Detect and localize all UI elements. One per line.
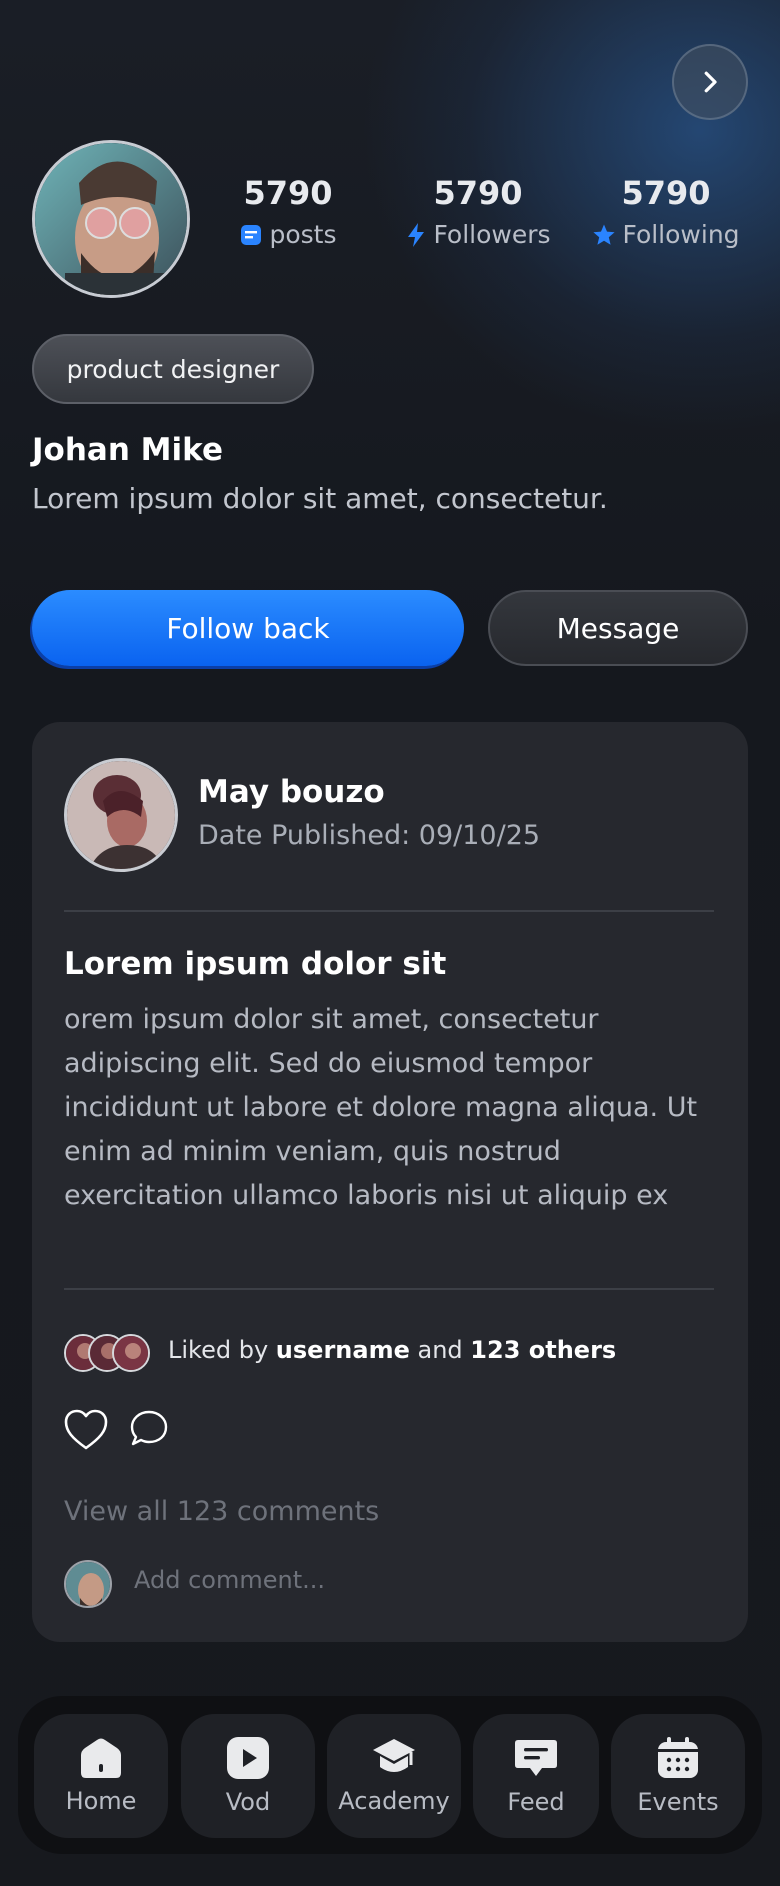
posts-icon [241,224,262,245]
view-comments-link[interactable]: View all 123 comments [64,1496,379,1527]
play-icon [227,1737,269,1779]
star-icon [593,224,616,245]
post-body: orem ipsum dolor sit amet, consectetur a… [64,1004,698,1211]
following-count: 5790 [621,174,711,212]
lightning-icon [408,222,425,247]
followers-label: Followers [433,220,551,249]
tab-events[interactable]: Events [611,1714,745,1838]
stat-posts[interactable]: 5790 posts [226,174,350,249]
comment-bubble-icon [130,1410,168,1446]
profile-avatar[interactable] [32,140,190,298]
chat-bubble-icon [515,1740,557,1776]
role-chip: product designer [32,334,314,404]
tab-home[interactable]: Home [34,1714,168,1838]
comment-button[interactable] [128,1408,170,1454]
next-button[interactable] [672,44,748,120]
stat-followers[interactable]: 5790 Followers [398,174,558,249]
avatar [112,1334,150,1372]
tab-academy[interactable]: Academy [327,1714,461,1838]
calendar-icon [658,1737,698,1778]
tab-vod[interactable]: Vod [181,1714,315,1838]
user-avatar [64,1560,112,1608]
graduation-cap-icon [373,1739,415,1772]
tab-feed[interactable]: Feed [473,1714,599,1838]
liked-by-text[interactable]: Liked by username and 123 others [168,1336,616,1364]
divider [64,1288,714,1290]
home-icon [81,1738,121,1778]
likers-avatars[interactable] [64,1334,154,1372]
follow-back-button[interactable]: Follow back [32,590,464,666]
add-comment-input[interactable]: Add comment... [134,1566,325,1594]
author-avatar[interactable] [64,758,178,872]
profile-bio: Lorem ipsum dolor sit amet, consectetur. [32,482,608,515]
profile-name: Johan Mike [32,432,223,468]
liked-username[interactable]: username [276,1336,410,1364]
following-label: Following [622,220,740,249]
heart-icon [64,1409,108,1450]
like-button[interactable] [62,1406,110,1458]
stat-following[interactable]: 5790 Following [588,174,744,249]
divider [64,910,714,912]
post-title: Lorem ipsum dolor sit [64,946,447,982]
chevron-right-icon [704,71,717,93]
posts-label: posts [269,220,337,249]
message-button[interactable]: Message [488,590,748,666]
followers-count: 5790 [433,174,523,212]
liked-others[interactable]: 123 others [470,1336,616,1364]
posts-count: 5790 [243,174,333,212]
post-author[interactable]: May bouzo [198,774,385,810]
post-date: Date Published: 09/10/25 [198,820,541,851]
